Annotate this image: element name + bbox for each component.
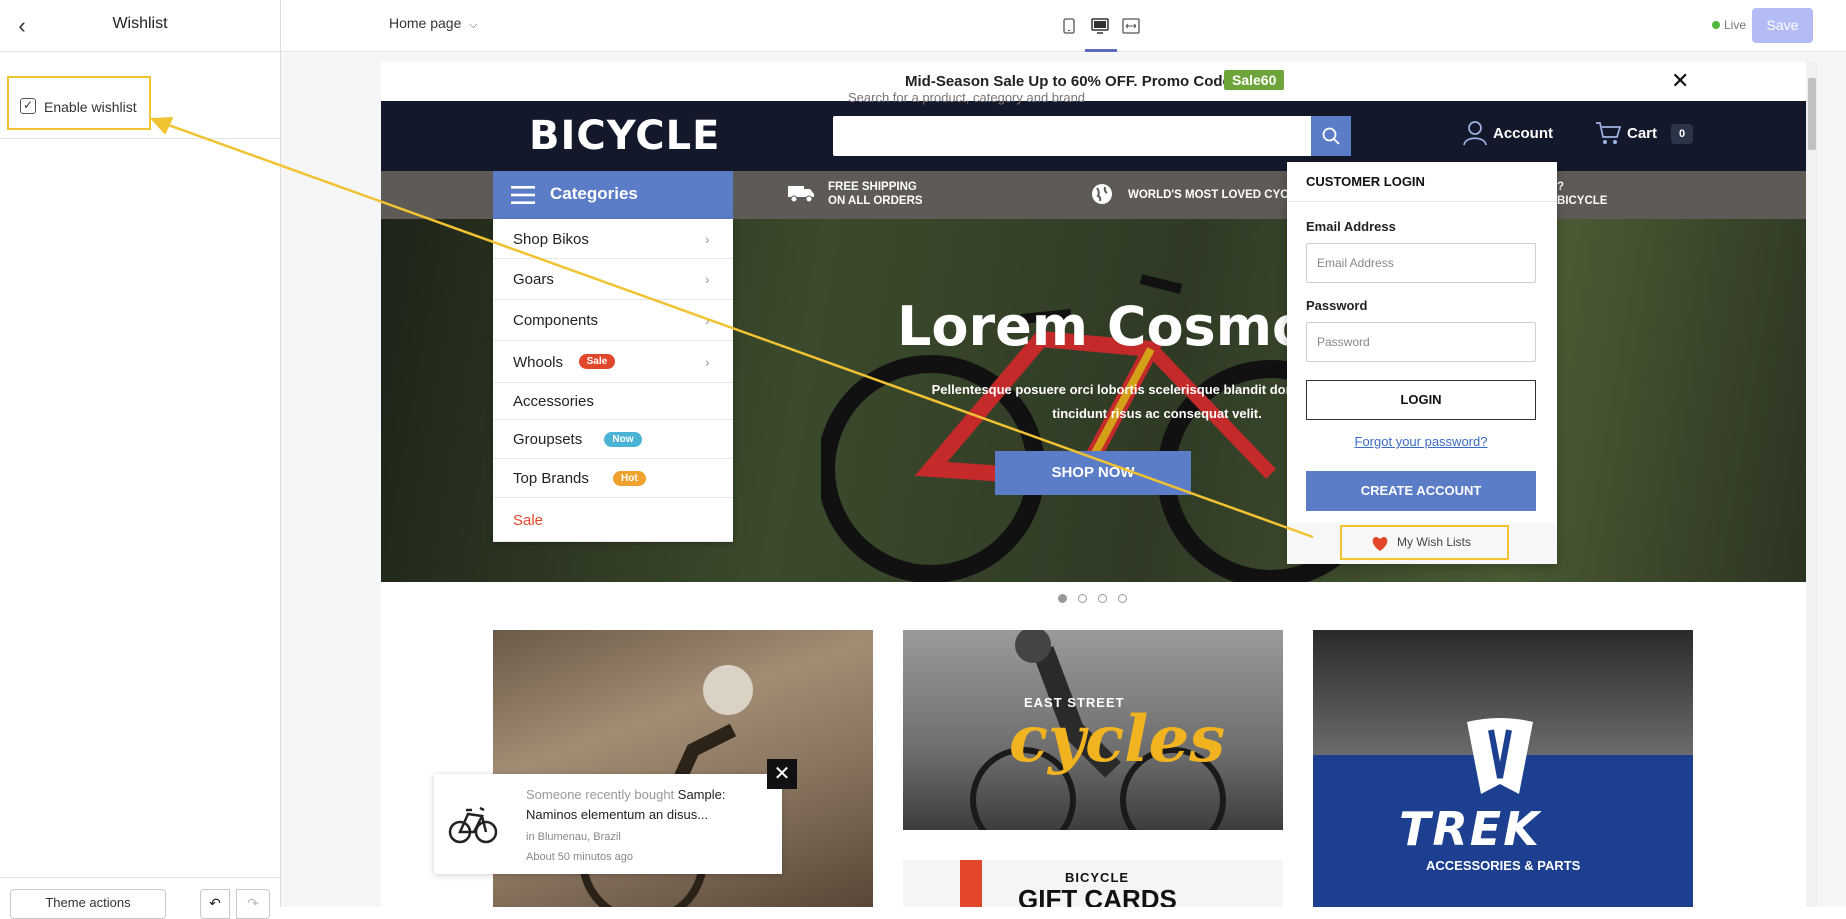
wishlist-setting-highlight — [7, 76, 151, 130]
trek-emblem-icon — [1467, 718, 1533, 794]
category-item-label: Components — [513, 312, 599, 329]
site-logo[interactable]: BICYCLE — [529, 113, 720, 159]
category-badge: Hot — [613, 471, 646, 486]
search-placeholder: Search for a product, category and brand — [848, 90, 1086, 105]
trek-logo: TREK — [1399, 802, 1541, 856]
categories-title: Categories — [550, 184, 638, 203]
hero-title: Lorem Cosmor — [897, 295, 1336, 358]
search-input[interactable] — [833, 116, 1311, 156]
category-item[interactable]: Whools Sale › — [493, 341, 733, 383]
category-item-label: Shop Bikos — [513, 231, 589, 248]
shop-now-button[interactable]: SHOP NOW — [995, 451, 1191, 495]
search-button[interactable] — [1311, 116, 1351, 156]
category-item[interactable]: Sale — [493, 498, 733, 542]
popup-line-1: Someone recently bought Sample: — [526, 787, 726, 802]
trek-subtitle: ACCESSORIES & PARTS — [1426, 858, 1581, 873]
password-label: Password — [1306, 298, 1368, 313]
chevron-right-icon: › — [705, 312, 710, 328]
save-button[interactable]: Save — [1752, 8, 1813, 43]
cart-icon[interactable] — [1595, 121, 1621, 145]
password-field[interactable]: Password — [1306, 322, 1536, 362]
gift-card-accent — [960, 860, 982, 907]
site-header: BICYCLE Account Cart 0 — [381, 101, 1806, 171]
slide-dot-1[interactable] — [1058, 594, 1067, 603]
hamburger-icon — [511, 186, 535, 204]
category-badge: Now — [604, 432, 642, 447]
popup-product[interactable]: Naminos elementum an disus... — [526, 807, 708, 822]
truck-icon — [788, 186, 814, 203]
sidebar-header: ‹ Wishlist — [0, 0, 280, 52]
slide-dot-3[interactable] — [1098, 594, 1107, 603]
page-selector-label: Home page — [389, 15, 462, 31]
login-button[interactable]: LOGIN — [1306, 380, 1536, 420]
login-title: CUSTOMER LOGIN — [1306, 174, 1425, 189]
free-shipping-feature: FREE SHIPPING ON ALL ORDERS — [828, 181, 923, 207]
cycles-label: cycles — [1009, 702, 1226, 777]
cart-count-badge: 0 — [1671, 124, 1693, 144]
gift-card-brand: BICYCLE — [1065, 870, 1130, 885]
active-device-indicator — [1085, 49, 1117, 52]
category-item[interactable]: Shop Bikos › — [493, 219, 733, 259]
theme-actions-button[interactable]: Theme actions — [10, 889, 166, 919]
storefront-preview: Mid-Season Sale Up to 60% OFF. Promo Cod… — [381, 62, 1806, 907]
category-item-label: Groupsets — [513, 431, 583, 448]
wishlist-link-highlight — [1340, 525, 1509, 560]
editor-sidebar: ‹ Wishlist ✓ Enable wishlist Theme actio… — [0, 0, 281, 919]
forgot-password-link[interactable]: Forgot your password? — [1306, 434, 1536, 449]
preview-scrollbar[interactable] — [1806, 62, 1818, 907]
bicycle-feature: ? BICYCLE — [1557, 181, 1608, 207]
category-item[interactable]: Goars › — [493, 259, 733, 300]
globe-icon — [1092, 184, 1112, 204]
promo-text: Mid-Season Sale Up to 60% OFF. Promo Cod… — [905, 73, 1231, 90]
category-item-label: Whools — [513, 354, 564, 371]
category-item-label: Top Brands — [513, 470, 589, 487]
preview-scroll-thumb[interactable] — [1808, 78, 1816, 150]
close-icon[interactable]: ✕ — [1671, 68, 1689, 94]
category-item-label: Sale — [513, 512, 544, 529]
create-account-button[interactable]: CREATE ACCOUNT — [1306, 471, 1536, 511]
most-loved-feature: WORLD'S MOST LOVED CYC — [1128, 189, 1289, 201]
category-item[interactable]: Components › — [493, 300, 733, 341]
category-item[interactable]: Groupsets Now — [493, 420, 733, 459]
close-popup-button[interactable]: ✕ — [767, 759, 797, 789]
login-divider — [1287, 201, 1557, 202]
mobile-icon[interactable] — [1057, 14, 1081, 38]
slide-dot-2[interactable] — [1078, 594, 1087, 603]
email-label: Email Address — [1306, 219, 1396, 234]
category-item-label: Goars — [513, 271, 554, 288]
popup-location: in Blumenau, Brazil — [526, 831, 621, 843]
sidebar-title: Wishlist — [112, 15, 168, 32]
chevron-right-icon: › — [705, 271, 710, 287]
chevron-right-icon: › — [705, 231, 710, 247]
account-link[interactable]: Account — [1493, 125, 1553, 142]
email-field[interactable]: Email Address — [1306, 243, 1536, 283]
undo-icon: ↶ — [209, 895, 221, 911]
cart-link[interactable]: Cart — [1627, 125, 1657, 142]
redo-icon: ↷ — [247, 895, 259, 911]
category-item[interactable]: Accessories — [493, 383, 733, 420]
slide-dot-4[interactable] — [1118, 594, 1127, 603]
category-badge: Sale — [578, 354, 616, 369]
category-item-label: Accessories — [513, 393, 594, 410]
chevron-down-icon: ⌵ — [469, 19, 478, 31]
account-icon[interactable] — [1463, 120, 1487, 146]
full-width-icon[interactable] — [1119, 14, 1143, 38]
search-icon — [1322, 127, 1340, 145]
page-selector[interactable]: Home page ⌵ — [389, 15, 478, 32]
live-status-label: Live — [1724, 18, 1747, 32]
category-item[interactable]: Top Brands Hot — [493, 459, 733, 498]
gift-card-title: GIFT CARDS — [1018, 884, 1177, 907]
undo-button[interactable]: ↶ — [200, 889, 230, 919]
redo-button[interactable]: ↷ — [236, 889, 270, 919]
bicycle-thumbnail-icon — [448, 806, 498, 844]
popup-time: About 50 minutos ago — [526, 851, 634, 863]
desktop-icon[interactable] — [1088, 14, 1112, 38]
promo-code-badge: Sale60 — [1224, 70, 1285, 90]
live-status-dot — [1712, 21, 1720, 29]
chevron-right-icon: › — [705, 354, 710, 370]
